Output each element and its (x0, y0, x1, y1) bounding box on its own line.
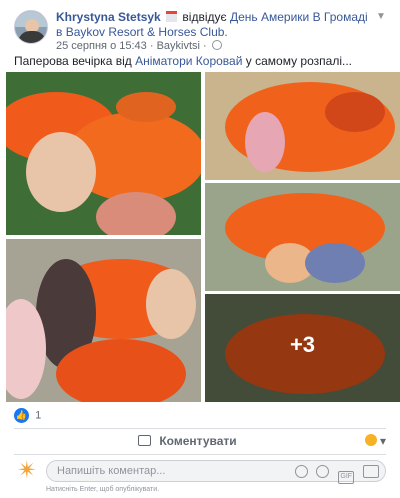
user-avatar: ✴ (16, 457, 38, 484)
post-text-prefix: Паперова вечірка від (14, 54, 132, 68)
more-photos-count[interactable]: +3 (205, 332, 400, 358)
post-header: Khrystyna Stetsyk відвідує День Америки … (14, 10, 386, 52)
globe-icon (211, 40, 222, 50)
enter-hint: Натисніть Enter, щоб опублікувати. (46, 486, 160, 493)
post-text: Паперова вечірка від Аніматори Коровай у… (14, 54, 386, 68)
divider (14, 428, 386, 429)
smile-icon[interactable] (294, 465, 308, 478)
author-name[interactable]: Khrystyna Stetsyk (56, 10, 161, 24)
post-meta: 25 серпня о 15:43 · Baykivtsi · (56, 40, 222, 52)
post-text-suffix: у самому розпалі... (245, 54, 352, 68)
camera-icon[interactable] (316, 465, 330, 478)
action-text: відвідує (182, 10, 227, 24)
reactions-summary[interactable]: 👍 1 (14, 408, 41, 424)
like-icon: 👍 (14, 408, 29, 423)
author-avatar[interactable] (14, 10, 48, 44)
reaction-picker[interactable]: ▾ (364, 434, 386, 448)
comment-icon (138, 435, 151, 446)
post-date[interactable]: 25 серпня о 15:43 (56, 40, 147, 52)
composer-icons: GIF (289, 465, 379, 484)
emoji-icon (364, 434, 377, 446)
comment-label: Коментувати (159, 434, 237, 448)
reaction-count[interactable]: 1 (35, 409, 41, 421)
calendar-icon (166, 11, 178, 22)
divider (14, 454, 386, 455)
page-link[interactable]: Аніматори Коровай (135, 54, 242, 68)
post-headline: Khrystyna Stetsyk відвідує День Америки … (56, 10, 376, 40)
comment-placeholder: Напишіть коментар... (57, 465, 166, 477)
post-card: Khrystyna Stetsyk відвідує День Америки … (0, 0, 400, 498)
photo-2[interactable] (205, 72, 400, 180)
photo-grid: +3 (6, 72, 400, 402)
sticker-icon[interactable] (363, 465, 379, 478)
gif-icon[interactable]: GIF (338, 471, 355, 484)
comment-composer: ✴ Напишіть коментар... GIF (14, 458, 386, 484)
comment-input[interactable]: Напишіть коментар... GIF (46, 460, 386, 484)
chevron-down-icon[interactable]: ▼ (376, 12, 386, 22)
photo-5[interactable]: +3 (205, 294, 400, 402)
comment-button[interactable]: Коментувати (138, 434, 258, 452)
photo-1[interactable] (6, 72, 201, 235)
photo-3[interactable] (205, 183, 400, 291)
post-location[interactable]: Baykivtsi (157, 40, 200, 52)
photo-4[interactable] (6, 239, 201, 402)
